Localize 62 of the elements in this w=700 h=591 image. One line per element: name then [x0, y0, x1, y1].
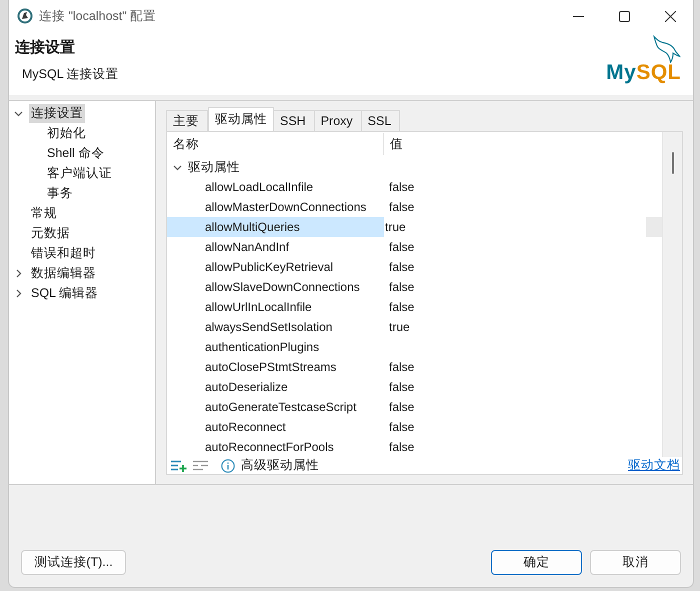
- maximize-icon[interactable]: [618, 10, 630, 22]
- tab[interactable]: SSL: [362, 110, 400, 131]
- tree-item[interactable]: 客户端认证: [45, 164, 114, 182]
- tab[interactable]: 主要: [166, 110, 208, 131]
- tab[interactable]: SSH: [274, 110, 315, 131]
- property-name[interactable]: allowNanAndInf: [167, 237, 384, 257]
- tab[interactable]: 驱动属性: [208, 107, 274, 131]
- property-value[interactable]: false: [384, 197, 646, 217]
- column-header[interactable]: 值: [384, 133, 403, 155]
- property-value[interactable]: false: [384, 397, 646, 417]
- property-name[interactable]: autoGenerateTestcaseScript: [167, 397, 384, 417]
- page-subtitle: MySQL 连接设置: [22, 66, 119, 83]
- property-name[interactable]: allowLoadLocalInfile: [167, 177, 384, 197]
- property-name[interactable]: autoReconnect: [167, 417, 384, 437]
- cancel-button[interactable]: 取消: [590, 550, 681, 574]
- mysql-logo: MySQL: [606, 61, 681, 85]
- info-icon: [221, 458, 235, 472]
- scrollbar[interactable]: [662, 132, 682, 457]
- property-value[interactable]: false: [384, 417, 646, 437]
- property-name[interactable]: allowSlaveDownConnections: [167, 277, 384, 297]
- tab[interactable]: Proxy: [314, 110, 362, 131]
- tree-item[interactable]: 初始化: [45, 124, 88, 142]
- property-name[interactable]: allowPublicKeyRetrieval: [167, 257, 384, 277]
- property-name[interactable]: allowMasterDownConnections: [167, 197, 384, 217]
- window-title: 连接 "localhost" 配置: [39, 8, 156, 24]
- tree-item[interactable]: 常规: [29, 204, 59, 222]
- tree-item[interactable]: Shell 命令: [45, 144, 106, 162]
- property-name[interactable]: autoDeserialize: [167, 377, 384, 397]
- property-value[interactable]: false: [384, 297, 646, 317]
- property-name[interactable]: alwaysSendSetIsolation: [167, 317, 384, 337]
- property-name[interactable]: allowMultiQueries: [167, 217, 384, 237]
- tree-item[interactable]: 元数据: [29, 224, 72, 242]
- property-name[interactable]: autoClosePStmtStreams: [167, 357, 384, 377]
- property-value[interactable]: false: [384, 277, 646, 297]
- tree-item[interactable]: 数据编辑器: [29, 264, 98, 282]
- row-selection-marker: [646, 217, 662, 237]
- add-list-icon[interactable]: [171, 460, 187, 472]
- tree-item[interactable]: 事务: [45, 184, 75, 202]
- property-value[interactable]: true: [384, 217, 646, 237]
- tree-item[interactable]: SQL 编辑器: [29, 284, 100, 302]
- ok-button[interactable]: 确定: [491, 550, 582, 574]
- property-name[interactable]: authenticationPlugins: [167, 337, 384, 357]
- test-connection-button[interactable]: 测试连接(T)...: [21, 550, 126, 574]
- property-name[interactable]: autoReconnectForPools: [167, 437, 384, 457]
- property-value[interactable]: false: [384, 177, 646, 197]
- property-value[interactable]: false: [384, 257, 646, 277]
- close-icon[interactable]: [664, 10, 676, 22]
- property-value[interactable]: false: [384, 357, 646, 377]
- app-icon: [17, 8, 33, 24]
- property-value[interactable]: false: [384, 237, 646, 257]
- tree-item[interactable]: 连接设置: [29, 104, 85, 122]
- docs-link[interactable]: 驱动文档: [628, 457, 680, 474]
- property-value[interactable]: false: [384, 377, 646, 397]
- column-header[interactable]: 名称: [167, 133, 384, 155]
- info-label: 高级驱动属性: [241, 457, 319, 474]
- tree-item[interactable]: 错误和超时: [29, 244, 98, 262]
- page-title: 连接设置: [15, 38, 75, 57]
- property-value[interactable]: true: [384, 317, 646, 337]
- property-name[interactable]: allowUrlInLocalInfile: [167, 297, 384, 317]
- group-label: 驱动属性: [188, 158, 240, 176]
- property-value[interactable]: false: [384, 437, 646, 457]
- list-icon[interactable]: [193, 460, 209, 472]
